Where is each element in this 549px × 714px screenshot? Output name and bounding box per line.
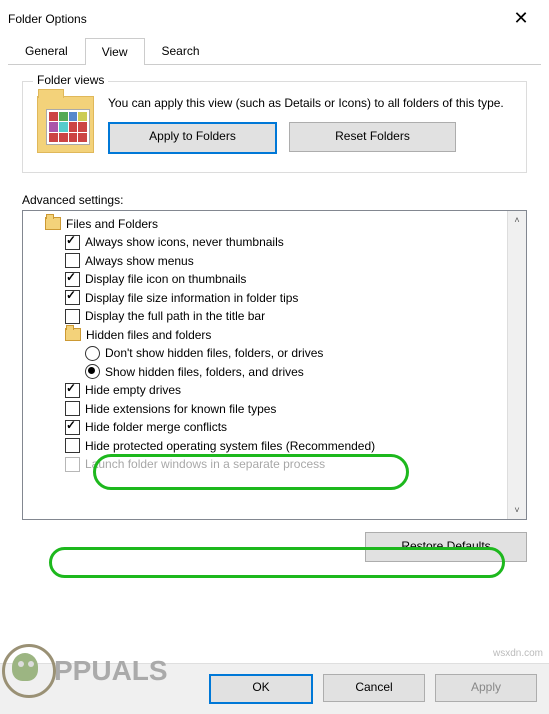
tab-search[interactable]: Search [145, 37, 217, 64]
check-always-menus[interactable]: Always show menus [23, 252, 507, 271]
scroll-up-icon[interactable]: ˄ [508, 211, 526, 229]
folder-views-legend: Folder views [33, 73, 108, 87]
check-full-path-titlebar[interactable]: Display the full path in the title bar [23, 307, 507, 326]
advanced-settings-label: Advanced settings: [22, 193, 527, 207]
folder-icon [65, 328, 81, 341]
scroll-track[interactable] [508, 229, 526, 501]
checkbox-icon [65, 420, 80, 435]
folder-options-dialog: Folder Options ✕ General View Search Fol… [0, 0, 549, 714]
cancel-button[interactable]: Cancel [323, 674, 425, 702]
checkbox-icon [65, 457, 80, 472]
check-hide-empty-drives[interactable]: Hide empty drives [23, 381, 507, 400]
checkbox-icon [65, 290, 80, 305]
check-file-size-tips[interactable]: Display file size information in folder … [23, 289, 507, 308]
checkbox-icon [65, 438, 80, 453]
close-icon[interactable]: ✕ [501, 8, 541, 29]
check-launch-separate-process[interactable]: Launch folder windows in a separate proc… [23, 455, 507, 474]
scroll-down-icon[interactable]: ˅ [508, 501, 526, 519]
tree-sub-hidden[interactable]: Hidden files and folders [23, 326, 507, 345]
checkbox-icon [65, 253, 80, 268]
radio-show-hidden[interactable]: Show hidden files, folders, and drives [23, 363, 507, 382]
dialog-button-bar: OK Cancel Apply [0, 663, 549, 714]
folder-icon [37, 96, 94, 153]
tab-strip: General View Search [8, 37, 541, 65]
folder-views-description: You can apply this view (such as Details… [108, 96, 512, 112]
titlebar: Folder Options ✕ [0, 0, 549, 37]
radio-icon [85, 364, 100, 379]
ok-button[interactable]: OK [209, 674, 313, 704]
tab-panel-view: Folder views You can apply this view (su… [0, 65, 549, 570]
check-file-icon-thumb[interactable]: Display file icon on thumbnails [23, 270, 507, 289]
checkbox-icon [65, 383, 80, 398]
apply-to-folders-button[interactable]: Apply to Folders [108, 122, 277, 154]
checkbox-icon [65, 235, 80, 250]
check-hide-extensions[interactable]: Hide extensions for known file types [23, 400, 507, 419]
check-hide-protected-os[interactable]: Hide protected operating system files (R… [23, 437, 507, 456]
check-hide-merge-conflicts[interactable]: Hide folder merge conflicts [23, 418, 507, 437]
tab-view[interactable]: View [85, 38, 145, 65]
scrollbar[interactable]: ˄ ˅ [507, 211, 526, 519]
checkbox-icon [65, 272, 80, 287]
radio-icon [85, 346, 100, 361]
watermark-site: wsxdn.com [493, 648, 543, 659]
tree-root-files-folders[interactable]: Files and Folders [23, 215, 507, 234]
apply-button[interactable]: Apply [435, 674, 537, 702]
checkbox-icon [65, 401, 80, 416]
advanced-settings-list: Files and Folders Always show icons, nev… [22, 210, 527, 520]
folder-icon [45, 217, 61, 230]
tab-general[interactable]: General [8, 37, 85, 64]
restore-defaults-button[interactable]: Restore Defaults [365, 532, 527, 562]
check-always-icons[interactable]: Always show icons, never thumbnails [23, 233, 507, 252]
checkbox-icon [65, 309, 80, 324]
list-content[interactable]: Files and Folders Always show icons, nev… [23, 211, 507, 519]
reset-folders-button[interactable]: Reset Folders [289, 122, 456, 152]
radio-dont-show-hidden[interactable]: Don't show hidden files, folders, or dri… [23, 344, 507, 363]
folder-views-group: Folder views You can apply this view (su… [22, 81, 527, 173]
dialog-title: Folder Options [8, 12, 87, 26]
